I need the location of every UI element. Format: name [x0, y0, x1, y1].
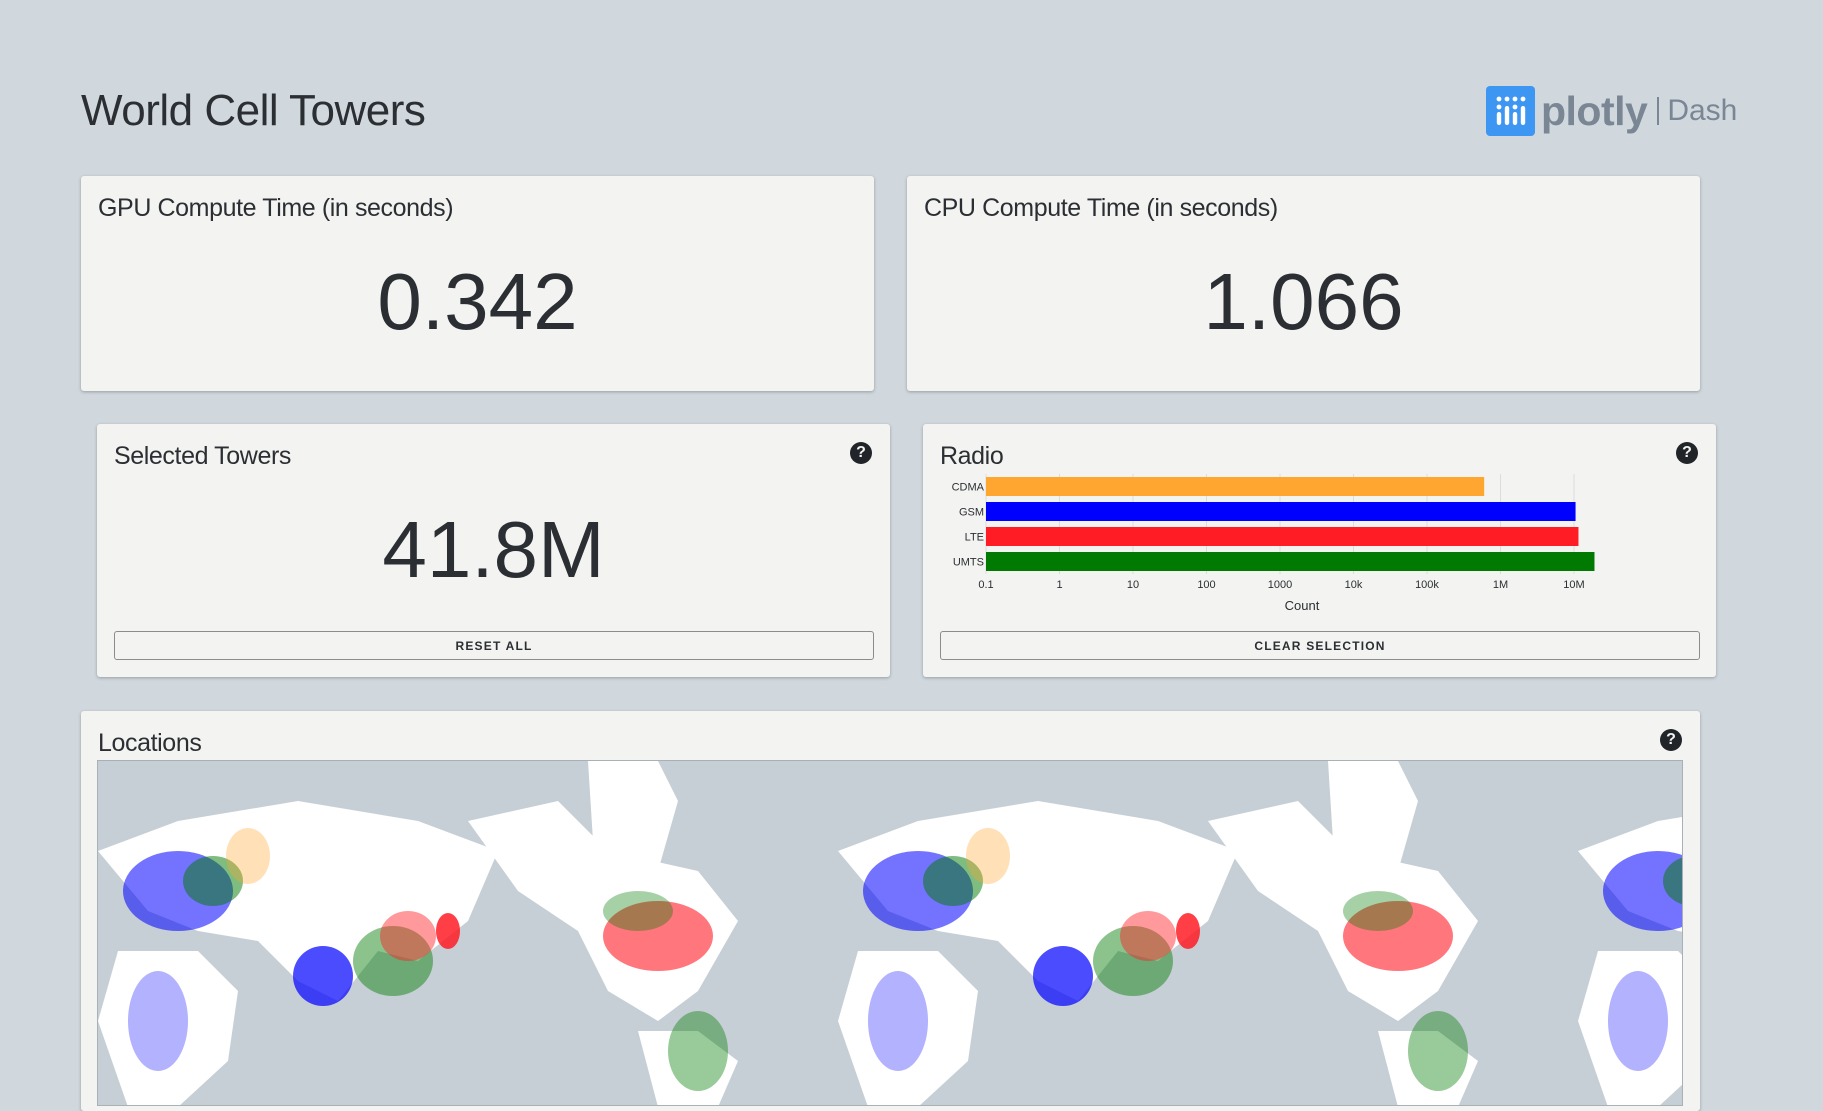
- selected-towers-value: 41.8M: [382, 505, 605, 594]
- bar-cdma[interactable]: [986, 477, 1485, 496]
- cpu-card-title: CPU Compute Time (in seconds): [924, 194, 1278, 222]
- tower-density-cluster: [966, 828, 1010, 884]
- tower-density-cluster: [1343, 891, 1413, 931]
- logo-divider: [1657, 97, 1660, 125]
- tower-density-cluster: [293, 946, 353, 1006]
- y-category-label: GSM: [959, 507, 984, 519]
- tower-density-cluster: [1608, 971, 1668, 1071]
- radio-card-title: Radio: [940, 442, 1004, 470]
- gpu-time-card: GPU Compute Time (in seconds) 0.342: [81, 176, 874, 391]
- radio-card: Radio ? 0.1 1 10 100 1000 10k 100k 1M 10M CDMA GSM…: [923, 424, 1716, 677]
- gpu-card-title: GPU Compute Time (in seconds): [98, 194, 454, 222]
- tower-density-cluster: [128, 971, 188, 1071]
- tower-density-cluster: [380, 911, 436, 961]
- tower-density-cluster: [1120, 911, 1176, 961]
- tower-density-cluster: [1408, 1011, 1468, 1091]
- tower-density-cluster: [436, 913, 460, 949]
- logo-word: plotly: [1541, 87, 1648, 134]
- bar-umts[interactable]: [986, 552, 1595, 571]
- x-tick-label: 1000: [1268, 579, 1292, 591]
- reset-all-button[interactable]: RESET ALL: [114, 631, 874, 660]
- help-icon[interactable]: ?: [1660, 729, 1682, 751]
- tower-density-cluster: [1176, 913, 1200, 949]
- tower-density-cluster: [226, 828, 270, 884]
- selected-towers-card: Selected Towers ? 41.8M RESET ALL: [97, 424, 890, 677]
- help-icon[interactable]: ?: [1676, 442, 1698, 464]
- y-category-label: LTE: [965, 532, 984, 544]
- cpu-time-value: 1.066: [1203, 257, 1404, 346]
- tower-density-cluster: [1033, 946, 1093, 1006]
- locations-map[interactable]: [97, 760, 1683, 1106]
- page-title: World Cell Towers: [81, 86, 426, 135]
- x-tick-label: 0.1: [978, 579, 993, 591]
- logo-product: Dash: [1667, 94, 1738, 127]
- tower-density-cluster: [868, 971, 928, 1071]
- x-tick-label: 10M: [1563, 579, 1584, 591]
- gpu-time-value: 0.342: [377, 257, 578, 346]
- locations-card: Locations ?: [81, 711, 1700, 1111]
- plotly-logo-icon: [1486, 86, 1535, 136]
- x-tick-label: 10: [1127, 579, 1139, 591]
- radio-bar-chart[interactable]: 0.1 1 10 100 1000 10k 100k 1M 10M CDMA GSM LTE UMTS C…: [923, 474, 1716, 654]
- help-icon[interactable]: ?: [850, 442, 872, 464]
- x-tick-label: 10k: [1345, 579, 1363, 591]
- locations-card-title: Locations: [98, 729, 202, 757]
- x-tick-label: 1M: [1493, 579, 1508, 591]
- y-category-label: UMTS: [953, 557, 984, 569]
- clear-selection-button[interactable]: CLEAR SELECTION: [940, 631, 1700, 660]
- x-tick-label: 100k: [1415, 579, 1439, 591]
- bar-gsm[interactable]: [986, 502, 1576, 521]
- x-axis-title: Count: [1285, 598, 1320, 613]
- plotly-dash-logo[interactable]: plotly Dash: [1486, 86, 1737, 136]
- x-tick-label: 1: [1056, 579, 1062, 591]
- bar-lte[interactable]: [986, 527, 1579, 546]
- tower-density-cluster: [668, 1011, 728, 1091]
- y-category-label: CDMA: [952, 482, 985, 494]
- selected-card-title: Selected Towers: [114, 442, 291, 470]
- cpu-time-card: CPU Compute Time (in seconds) 1.066: [907, 176, 1700, 391]
- tower-density-cluster: [603, 891, 673, 931]
- x-tick-label: 100: [1197, 579, 1215, 591]
